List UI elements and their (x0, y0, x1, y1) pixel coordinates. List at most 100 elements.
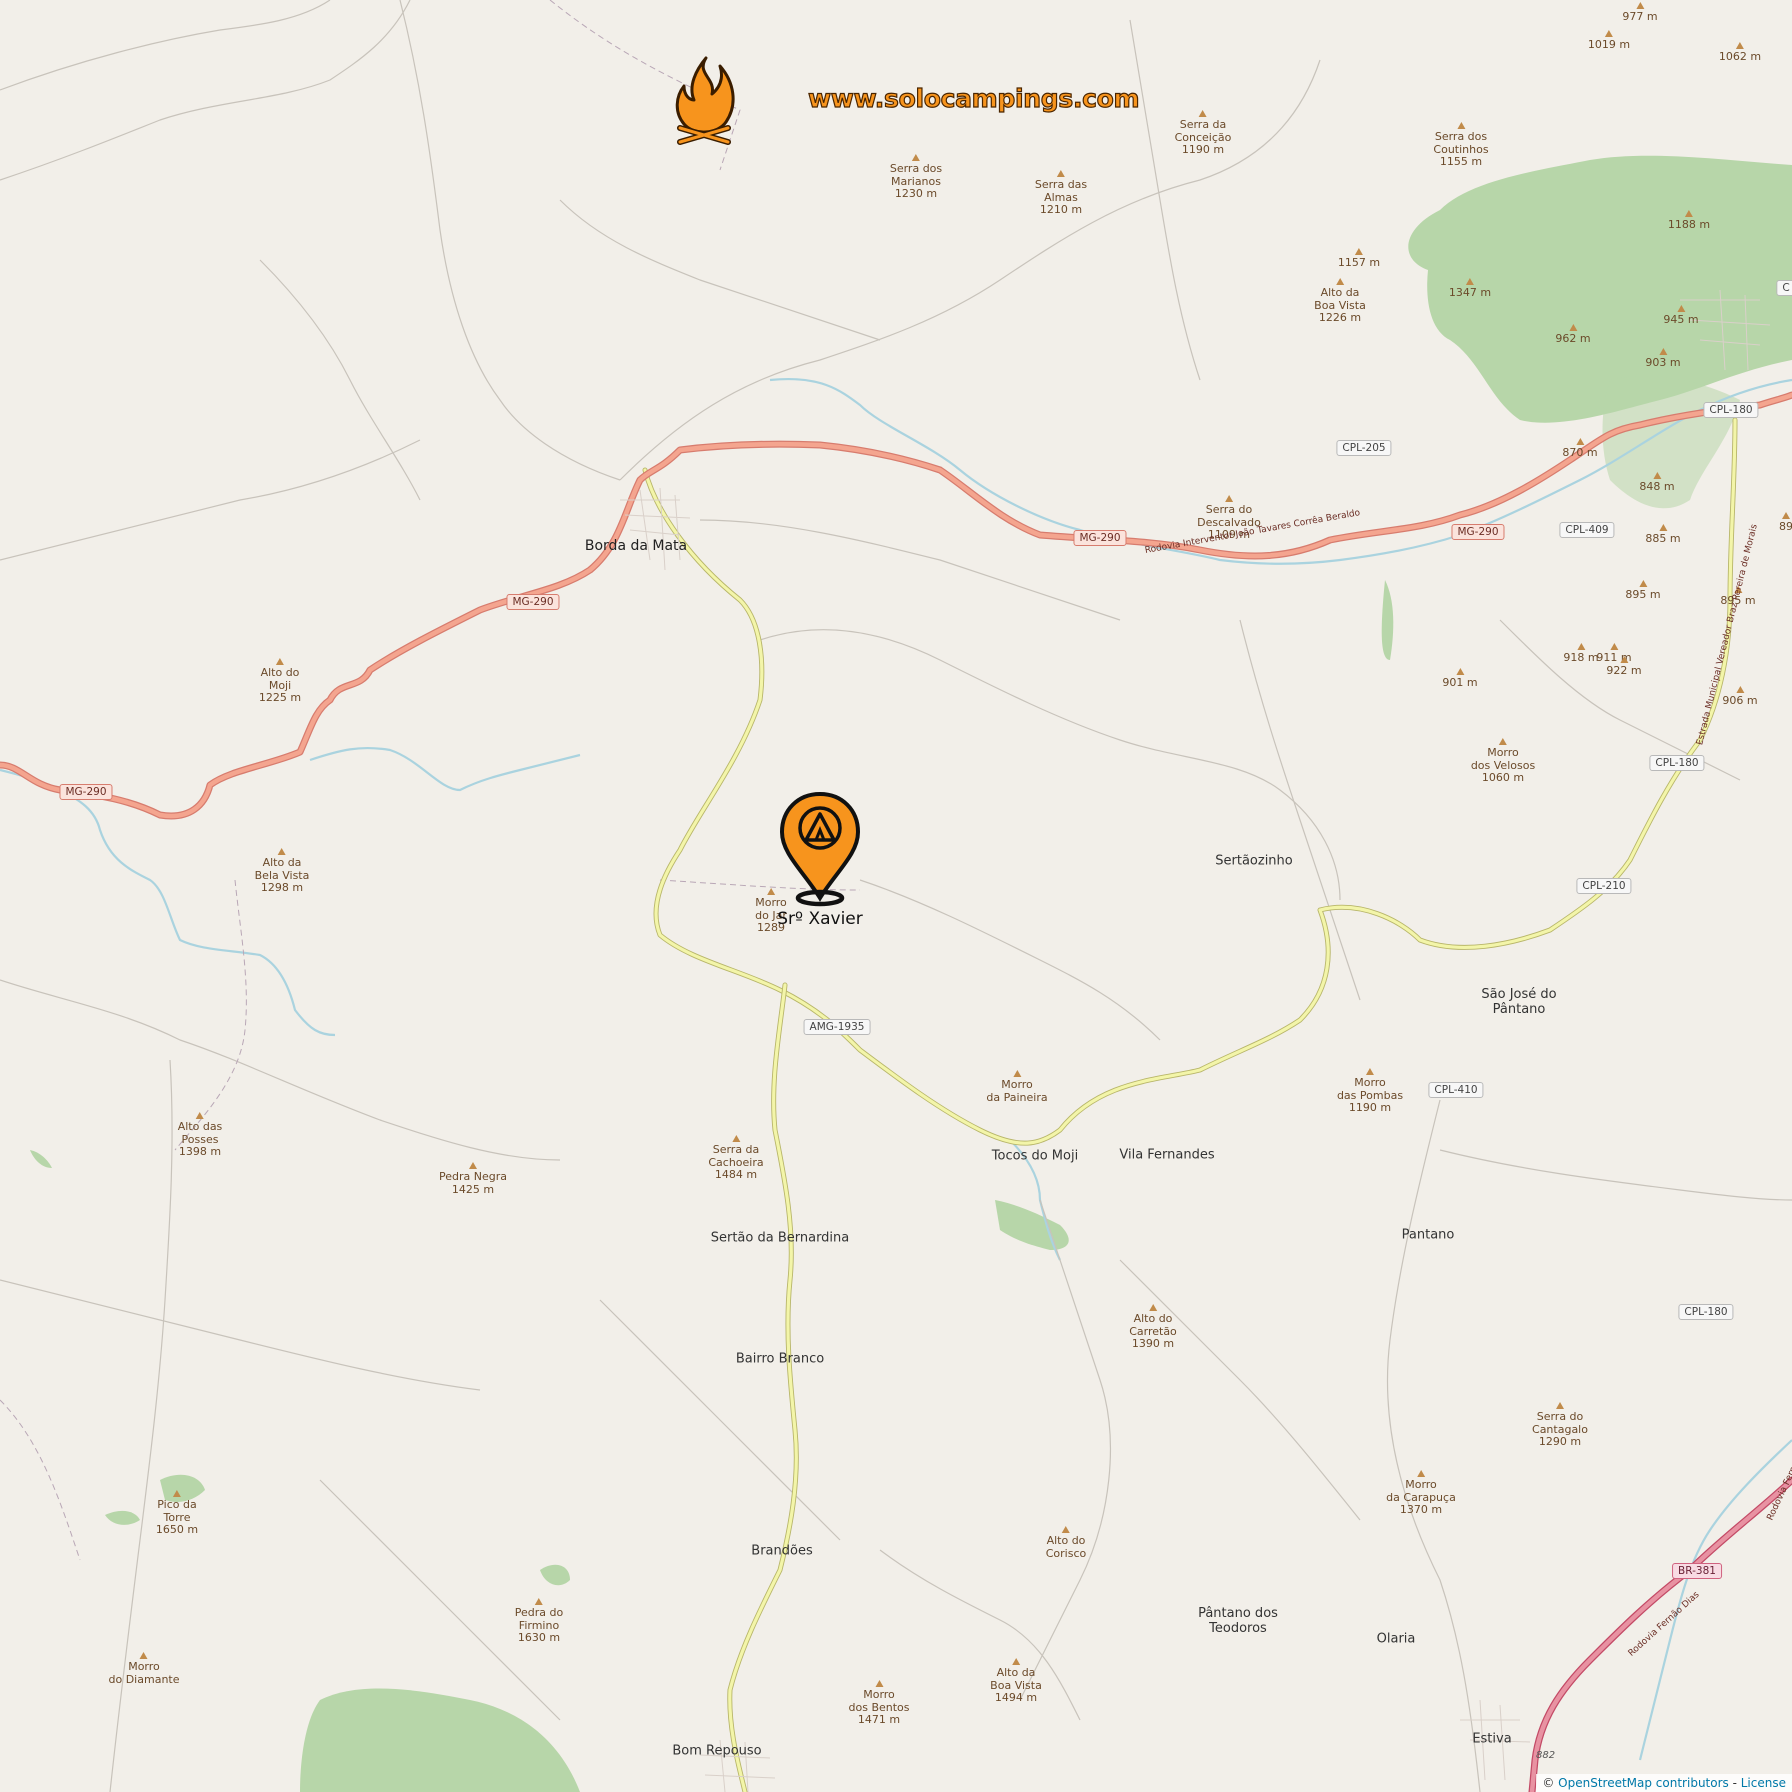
road-ref-882: 882 (1536, 1750, 1556, 1761)
peak-name: Morro da Carapuça (1386, 1478, 1456, 1504)
peak-marker: Pedra do Firmino 1630 m (515, 1598, 563, 1645)
peak-triangle-icon (1199, 110, 1207, 117)
map-attribution: © OpenStreetMap contributors - License (1536, 1774, 1792, 1792)
peak-marker: 977 m (1622, 2, 1658, 24)
peak-marker: Serra dos Marianos 1230 m (890, 154, 942, 201)
peak-elevation: 1230 m (894, 187, 938, 201)
peak-marker: Serra do Cantagalo 1290 m (1532, 1402, 1588, 1449)
peak-name: Alto do Carretão (1129, 1312, 1177, 1338)
peak-triangle-icon (1636, 2, 1644, 9)
place-label-pantano-dos-teodoros: Pântano dos Teodoros (1198, 1606, 1278, 1636)
peak-triangle-icon (1576, 438, 1584, 445)
peak-triangle-icon (1577, 643, 1585, 650)
peak-elevation: 1390 m (1131, 1337, 1175, 1351)
place-label-borda-da-mata: Borda da Mata (584, 537, 688, 554)
peak-marker: Serra dos Coutinhos 1155 m (1433, 122, 1489, 169)
road-shield: CPL-180 (1703, 402, 1759, 418)
peak-elevation: 903 m (1645, 356, 1681, 369)
motorway-br381 (1528, 1476, 1792, 1792)
road-shield: CPL-180 (1649, 755, 1705, 771)
license-link[interactable]: License (1741, 1776, 1786, 1790)
peak-elevation: 1157 m (1337, 256, 1381, 269)
place-label-estiva: Estiva (1472, 1731, 1512, 1747)
peak-marker: 1062 m (1719, 42, 1761, 64)
road-shield: MG-290 (1073, 530, 1127, 546)
map-basemap (0, 0, 1792, 1792)
peak-triangle-icon (1736, 42, 1744, 49)
peak-elevation: 922 m (1606, 664, 1642, 677)
peak-marker: 870 m (1562, 438, 1598, 460)
peak-triangle-icon (1062, 1526, 1070, 1533)
peak-triangle-icon (195, 1112, 204, 1119)
peak-triangle-icon (1013, 1070, 1021, 1077)
campsite-label[interactable]: Srº Xavier (777, 909, 863, 929)
place-label-vila-fernandes: Vila Fernandes (1119, 1147, 1215, 1163)
peak-name: Alto da Boa Vista (990, 1666, 1042, 1692)
peak-name: Alto das Posses (177, 1120, 223, 1146)
peak-triangle-icon (1457, 122, 1465, 129)
map-canvas[interactable]: Borda da Mata Sertãozinho São José do Pâ… (0, 0, 1792, 1792)
peak-triangle-icon (1366, 1068, 1374, 1075)
peak-triangle-icon (139, 1652, 148, 1659)
peak-marker: 89 (1779, 512, 1792, 534)
peak-triangle-icon (1355, 248, 1363, 255)
peak-triangle-icon (173, 1490, 181, 1497)
peak-elevation: 1630 m (517, 1631, 561, 1645)
peak-name: Serra dos Coutinhos (1433, 130, 1489, 156)
peak-triangle-icon (1466, 278, 1474, 285)
peak-marker: 885 m (1645, 524, 1681, 546)
peak-elevation: 1190 m (1181, 143, 1225, 157)
peak-marker: 945 m (1663, 305, 1699, 327)
peak-marker: Alto do Carretão 1390 m (1129, 1304, 1177, 1351)
peak-elevation: 1062 m (1718, 50, 1762, 63)
peak-elevation: 906 m (1722, 694, 1758, 707)
road-shield: MG-290 (1451, 524, 1505, 540)
peak-triangle-icon (1056, 170, 1065, 177)
peak-triangle-icon (1685, 210, 1693, 217)
peak-triangle-icon (1659, 524, 1667, 531)
urban-areas (620, 289, 1771, 1792)
peak-triangle-icon (1569, 324, 1577, 331)
place-label-bairro-branco: Bairro Branco (735, 1351, 825, 1367)
peak-marker: Morro dos Bentos 1471 m (849, 1680, 910, 1727)
peak-marker: 922 m (1606, 656, 1642, 678)
place-label-brandoes: Brandões (751, 1543, 813, 1559)
peak-elevation: 1484 m (714, 1168, 758, 1182)
peak-name: Serra do Cantagalo (1532, 1410, 1588, 1436)
peak-name: Serra da Cachoeira (708, 1143, 764, 1169)
peak-triangle-icon (1677, 305, 1685, 312)
attribution-prefix: © (1542, 1776, 1559, 1790)
peak-triangle-icon (1225, 495, 1233, 502)
peak-marker: Alto da Bela Vista 1298 m (255, 848, 309, 895)
tent-pin-icon[interactable] (778, 790, 862, 914)
peak-triangle-icon (1456, 668, 1464, 675)
peak-marker: 1188 m (1668, 210, 1710, 232)
place-label-sertaozinho: Sertãozinho (1215, 853, 1293, 869)
osm-contributors-link[interactable]: OpenStreetMap contributors (1558, 1776, 1729, 1790)
peak-elevation: 901 m (1442, 676, 1478, 689)
peak-triangle-icon (1556, 1402, 1564, 1409)
peak-name: Serra das Almas (1034, 178, 1088, 204)
peak-triangle-icon (1149, 1304, 1157, 1311)
peak-name: Alto do Moji (260, 666, 300, 692)
place-label-sertao-da-bernardina: Sertão da Bernardina (710, 1230, 850, 1246)
peak-elevation: 977 m (1622, 10, 1658, 23)
peak-elevation: 1370 m (1399, 1503, 1443, 1517)
peak-triangle-icon (1335, 278, 1344, 285)
site-url-watermark: www.solocampings.com (807, 83, 1140, 113)
peak-elevation: 89 (1779, 520, 1792, 533)
peak-elevation: 1425 m (451, 1182, 495, 1196)
peak-marker: Morro das Pombas 1190 m (1337, 1068, 1403, 1115)
peak-triangle-icon (1605, 30, 1613, 37)
place-label-sao-jose-do-pantano: São José do Pântano (1481, 987, 1557, 1017)
peak-triangle-icon (911, 154, 920, 161)
peak-elevation: 1290 m (1538, 1435, 1582, 1449)
peak-elevation: 885 m (1645, 532, 1681, 545)
peak-elevation: 1650 m (155, 1523, 199, 1537)
peak-name: Morro dos Bentos (848, 1688, 910, 1714)
peak-marker: Morro da Carapuça 1370 m (1386, 1470, 1456, 1517)
peak-elevation: 848 m (1639, 480, 1675, 493)
peak-triangle-icon (1639, 580, 1647, 587)
campfire-flame-icon (672, 56, 736, 150)
peak-triangle-icon (1610, 643, 1618, 650)
